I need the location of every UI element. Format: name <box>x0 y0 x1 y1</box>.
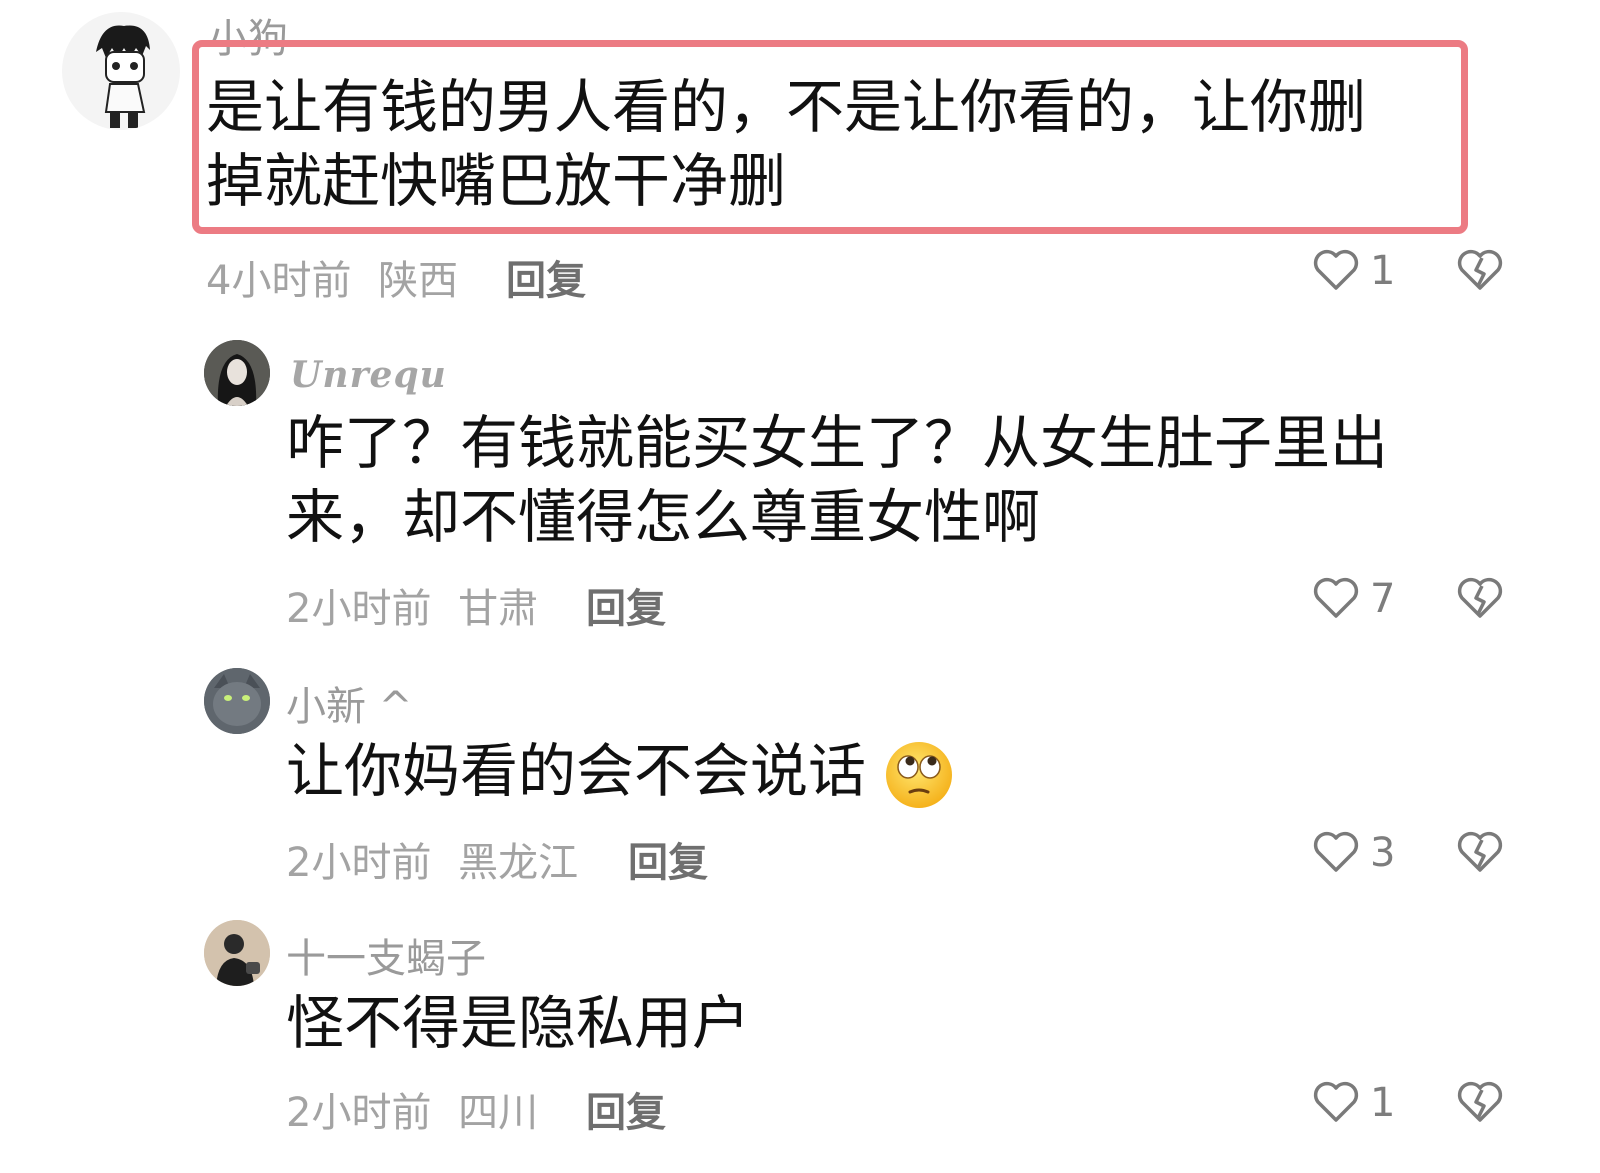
broken-heart-icon[interactable] <box>1456 576 1504 620</box>
broken-heart-icon[interactable] <box>1456 830 1504 874</box>
comment-item-2: Unrequ 咋了？有钱就能买女生了？从女生肚子里出 来，却不懂得怎么尊重女性啊… <box>0 330 1600 650</box>
username[interactable]: Unrequ <box>290 354 447 396</box>
location: 甘肃 <box>458 586 539 632</box>
timestamp: 2小时前 <box>286 840 432 886</box>
reply-button[interactable]: 回复 <box>506 248 586 306</box>
comment-meta: 4小时前 陕西 <box>206 248 458 306</box>
comment-text: 咋了？有钱就能买女生了？从女生肚子里出 来，却不懂得怎么尊重女性啊 <box>286 406 1546 554</box>
heart-icon[interactable] <box>1312 830 1360 874</box>
cat-photo-icon <box>204 668 270 734</box>
eye-roll-emoji-icon <box>886 741 953 808</box>
avatar[interactable] <box>62 12 180 130</box>
username[interactable]: 小新 ^ <box>286 674 412 732</box>
comment-text-line: 怪不得是隐私用户 <box>286 989 751 1057</box>
heart-icon[interactable] <box>1312 1080 1360 1124</box>
comment-text-line: 来，却不懂得怎么尊重女性啊 <box>286 483 1041 551</box>
like-count: 7 <box>1370 576 1396 622</box>
broken-heart-icon[interactable] <box>1456 1080 1504 1124</box>
location: 陕西 <box>378 258 459 304</box>
like-count: 1 <box>1370 248 1396 294</box>
broken-heart-icon[interactable] <box>1456 248 1504 292</box>
comment-item-3: 小新 ^ 让你妈看的会不会说话 2小时前 黑龙江 回复 3 <box>0 660 1600 910</box>
comment-text: 是让有钱的男人看的，不是让你看的，让你删 掉就赶快嘴巴放干净删 <box>206 70 1466 218</box>
reply-button[interactable]: 回复 <box>586 1080 666 1138</box>
comment-text-line: 让你妈看的会不会说话 <box>286 737 867 805</box>
like-count: 1 <box>1370 1080 1396 1126</box>
username[interactable]: 十一支蝎子 <box>286 926 486 984</box>
comment-text-line: 掉就赶快嘴巴放干净删 <box>206 147 787 215</box>
comment-item-1: 小狗 是让有钱的男人看的，不是让你看的，让你删 掉就赶快嘴巴放干净删 4小时前 … <box>0 0 1600 320</box>
comment-text-line: 咋了？有钱就能买女生了？从女生肚子里出 <box>286 409 1389 477</box>
comment-item-4: 十一支蝎子 怪不得是隐私用户 2小时前 四川 回复 1 <box>0 914 1600 1173</box>
heart-icon[interactable] <box>1312 576 1360 620</box>
location: 黑龙江 <box>458 840 579 886</box>
timestamp: 2小时前 <box>286 586 432 632</box>
location: 四川 <box>458 1090 539 1136</box>
comment-text: 怪不得是隐私用户 <box>286 986 1546 1060</box>
comment-meta: 2小时前 甘肃 <box>286 576 538 634</box>
cartoon-boy-icon <box>96 25 150 128</box>
avatar[interactable] <box>204 668 270 734</box>
reply-button[interactable]: 回复 <box>586 576 666 634</box>
comment-meta: 2小时前 四川 <box>286 1080 538 1138</box>
girl-photo-icon <box>204 340 270 406</box>
comment-text: 让你妈看的会不会说话 <box>286 734 1546 810</box>
heart-icon[interactable] <box>1312 248 1360 292</box>
reply-button[interactable]: 回复 <box>628 830 708 888</box>
avatar[interactable] <box>204 920 270 986</box>
like-count: 3 <box>1370 830 1396 876</box>
comment-meta: 2小时前 黑龙江 <box>286 830 578 888</box>
timestamp: 4小时前 <box>206 258 352 304</box>
person-photo-icon <box>204 920 270 986</box>
timestamp: 2小时前 <box>286 1090 432 1136</box>
avatar[interactable] <box>204 340 270 406</box>
comment-text-line: 是让有钱的男人看的，不是让你看的，让你删 <box>206 73 1367 141</box>
